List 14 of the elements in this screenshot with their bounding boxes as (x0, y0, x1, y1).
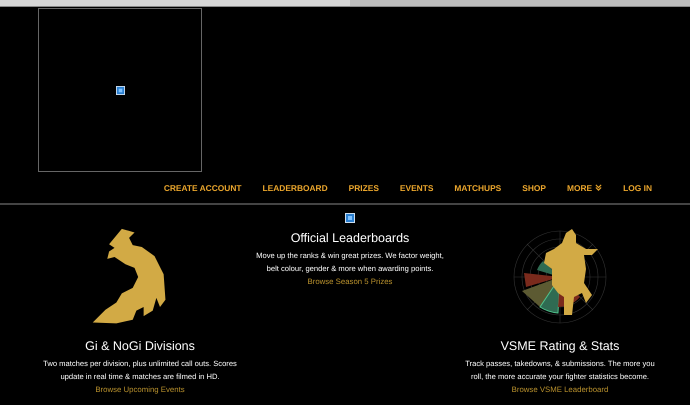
feature-title: Gi & NoGi Divisions (85, 339, 195, 354)
nav-link[interactable]: LOG IN (623, 181, 652, 194)
feature-title: Official Leaderboards (290, 231, 410, 246)
feature-title: VSME Rating & Stats (500, 339, 620, 354)
nav-link[interactable]: PRIZES (348, 181, 379, 194)
nav-link[interactable]: MATCHUPS (454, 181, 502, 194)
nav-link[interactable]: LEADERBOARD (262, 181, 328, 194)
double-chevron-icon (595, 184, 602, 191)
broken-image-icon (345, 213, 355, 223)
nav-link[interactable]: EVENTS (400, 181, 434, 194)
nav-link[interactable]: SHOP (522, 181, 546, 194)
nav-link[interactable]: CREATE ACCOUNT (164, 181, 242, 194)
broken-image-icon (116, 86, 124, 94)
more-menu[interactable]: MORE (567, 181, 602, 194)
